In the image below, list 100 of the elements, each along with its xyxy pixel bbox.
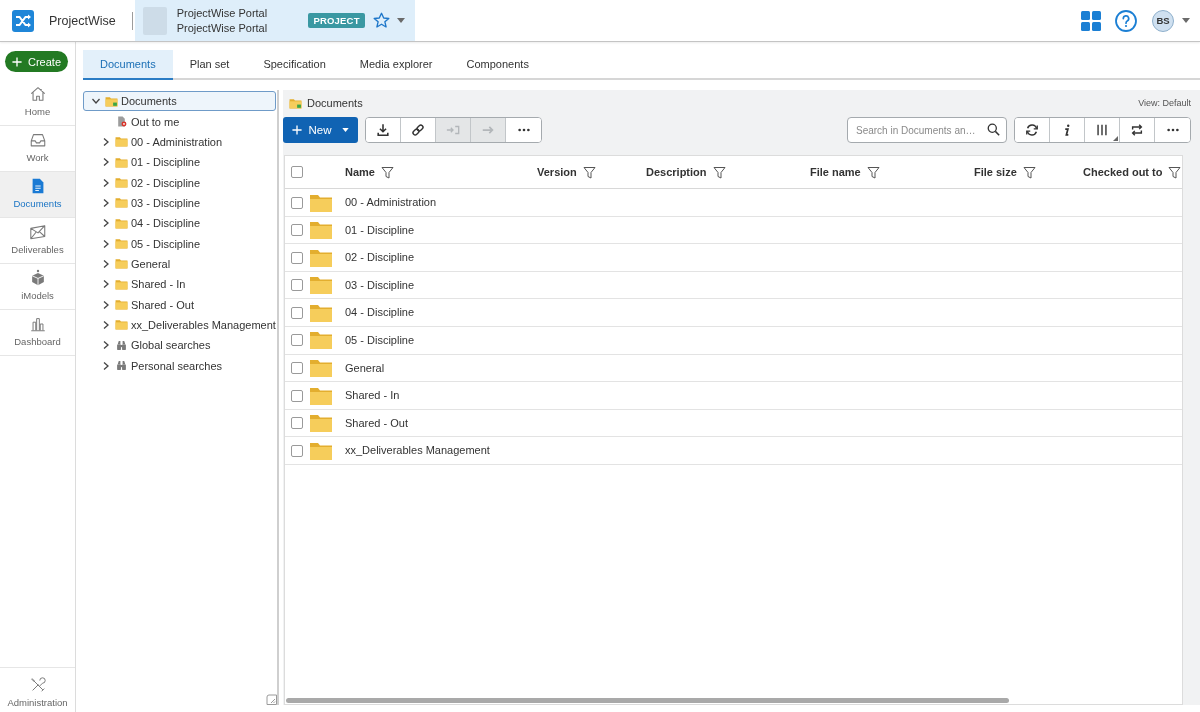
row-checkbox[interactable] — [291, 224, 303, 237]
tree-item[interactable]: Documents — [83, 91, 276, 112]
inbox-icon — [28, 131, 47, 149]
tab[interactable]: Plan set — [172, 50, 247, 80]
filter-icon[interactable] — [582, 165, 596, 179]
project-switcher[interactable]: ProjectWise Portal ProjectWise Portal PROJECT — [134, 0, 415, 41]
chevron-right-icon[interactable] — [101, 238, 111, 249]
tree-item[interactable]: 03 - Discipline — [83, 192, 276, 214]
chevron-right-icon[interactable] — [101, 136, 111, 147]
tab[interactable]: Documents — [83, 50, 173, 80]
column-header[interactable]: File name — [804, 156, 968, 188]
search-icon[interactable] — [987, 123, 1000, 136]
table-cell-text: Shared - In — [344, 388, 401, 404]
folder-icon — [309, 358, 333, 379]
folder-icon — [309, 220, 333, 241]
chevron-right-icon[interactable] — [101, 319, 111, 330]
select-all-checkbox[interactable] — [291, 166, 303, 178]
filter-icon[interactable] — [1022, 165, 1036, 179]
envelope-icon — [28, 223, 47, 241]
column-header[interactable]: File size — [968, 156, 1077, 188]
refresh-icon — [1025, 123, 1039, 137]
chevron-right-icon[interactable] — [101, 177, 111, 188]
tree-item[interactable]: Shared - Out — [83, 294, 276, 315]
tree-item[interactable]: 04 - Discipline — [83, 213, 276, 234]
column-header[interactable]: Name — [339, 156, 531, 188]
tree-item[interactable]: 01 - Discipline — [83, 152, 276, 173]
column-header[interactable]: Checked out to — [1077, 156, 1182, 188]
folder-icon — [115, 177, 128, 189]
column-header[interactable]: Description — [640, 156, 804, 188]
tree-item[interactable]: Personal searches — [83, 355, 276, 376]
breadcrumb[interactable]: Documents — [307, 97, 363, 109]
apps-grid-icon[interactable] — [1081, 10, 1101, 31]
chevron-right-icon[interactable] — [101, 258, 111, 269]
folder-icon — [115, 258, 128, 270]
caret-icon[interactable] — [396, 18, 405, 23]
filter-icon[interactable] — [712, 165, 726, 179]
tools-icon — [28, 676, 47, 694]
tab[interactable]: Media explorer — [342, 50, 450, 80]
chevron-right-icon[interactable] — [101, 279, 111, 290]
new-button[interactable]: New — [283, 117, 358, 143]
tree-item[interactable]: Out to me — [83, 111, 276, 132]
tree-item[interactable]: 05 - Discipline — [83, 233, 276, 254]
view-label: View: Default — [1138, 98, 1191, 108]
arrow-bracket-icon — [446, 123, 460, 137]
table-cell-text: 04 - Discipline — [344, 305, 416, 321]
project-folder-icon — [289, 97, 302, 109]
tab[interactable]: Specification — [246, 50, 343, 80]
chevron-right-icon[interactable] — [101, 218, 111, 229]
row-checkbox[interactable] — [291, 251, 303, 264]
table-cell-text: xx_Deliverables Management — [344, 443, 491, 459]
filter-icon[interactable] — [1168, 165, 1182, 179]
row-checkbox[interactable] — [291, 444, 303, 457]
chevron-right-icon[interactable] — [101, 197, 111, 208]
caret-icon[interactable] — [1182, 18, 1190, 23]
create-button[interactable]: Create — [5, 51, 68, 72]
tree-item[interactable]: Global searches — [83, 335, 276, 356]
dropdown-corner-icon — [1113, 136, 1118, 141]
project-folder-icon — [105, 95, 118, 107]
tab[interactable]: Components — [449, 50, 546, 80]
chevron-right-icon[interactable] — [101, 360, 111, 371]
tree-item[interactable]: General — [83, 253, 276, 275]
filter-icon[interactable] — [380, 165, 394, 179]
download-button[interactable] — [366, 118, 401, 142]
row-checkbox[interactable] — [291, 362, 303, 375]
horizontal-scrollbar[interactable] — [286, 698, 1009, 703]
star-icon[interactable] — [372, 12, 390, 29]
row-checkbox[interactable] — [291, 389, 303, 402]
folder-icon — [115, 238, 128, 250]
tree-item[interactable]: xx_Deliverables Management — [83, 314, 276, 336]
row-checkbox[interactable] — [291, 306, 303, 319]
plus-icon — [292, 125, 303, 135]
help-icon[interactable] — [1115, 9, 1137, 32]
tree-item[interactable]: 02 - Discipline — [83, 172, 276, 193]
chevron-right-icon[interactable] — [101, 340, 111, 351]
filter-icon[interactable] — [866, 165, 880, 179]
project-name: ProjectWise Portal — [176, 5, 268, 21]
chevron-right-icon[interactable] — [101, 299, 111, 310]
user-avatar[interactable]: BS — [1152, 9, 1174, 32]
plus-icon — [12, 56, 22, 67]
caret-icon — [341, 128, 349, 132]
row-checkbox[interactable] — [291, 196, 303, 209]
row-checkbox[interactable] — [291, 334, 303, 347]
folder-icon — [309, 413, 333, 434]
resize-handle-icon[interactable] — [266, 694, 277, 705]
nav-item[interactable]: Documents — [0, 172, 75, 218]
folder-icon — [115, 217, 128, 229]
column-header[interactable]: Version — [531, 156, 640, 188]
folder-icon — [115, 136, 128, 148]
binoculars-icon — [115, 339, 128, 351]
logo-icon[interactable] — [12, 9, 34, 32]
row-checkbox[interactable] — [291, 417, 303, 430]
row-checkbox[interactable] — [291, 279, 303, 292]
tree-item[interactable]: Shared - In — [83, 274, 276, 295]
search-field[interactable]: Search in Documents an… — [847, 117, 1007, 143]
project-badge: PROJECT — [308, 13, 365, 28]
refresh-button[interactable] — [1015, 118, 1050, 142]
tree-item[interactable]: 00 - Administration — [83, 131, 276, 153]
link-icon — [411, 123, 425, 137]
chevron-right-icon[interactable] — [101, 157, 111, 168]
folder-icon — [309, 385, 333, 406]
